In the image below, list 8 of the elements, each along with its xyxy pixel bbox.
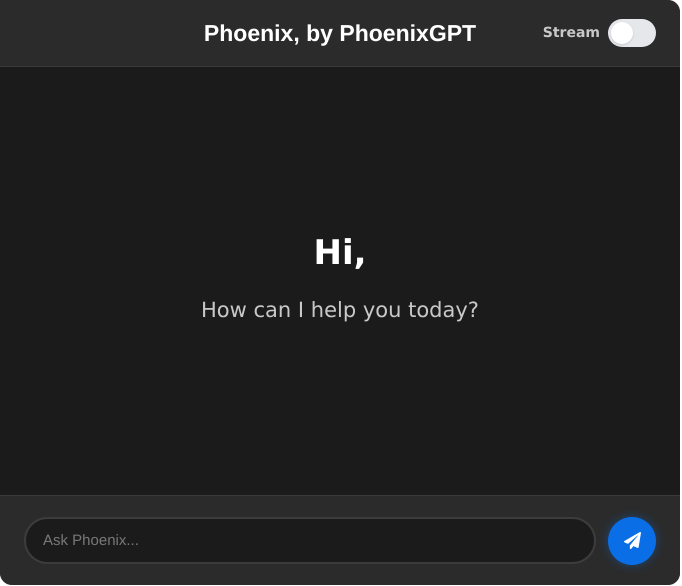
stream-toggle[interactable] xyxy=(608,19,656,47)
send-icon xyxy=(624,532,640,549)
stream-label: Stream xyxy=(542,24,600,42)
app-title: Phoenix, by PhoenixGPT xyxy=(204,18,476,48)
message-field[interactable]: Ask Phoenix... xyxy=(24,517,596,564)
greeting-subtitle: How can I help you today? xyxy=(201,296,479,324)
send-button[interactable] xyxy=(608,516,656,564)
greeting-heading: Hi, xyxy=(313,232,367,275)
